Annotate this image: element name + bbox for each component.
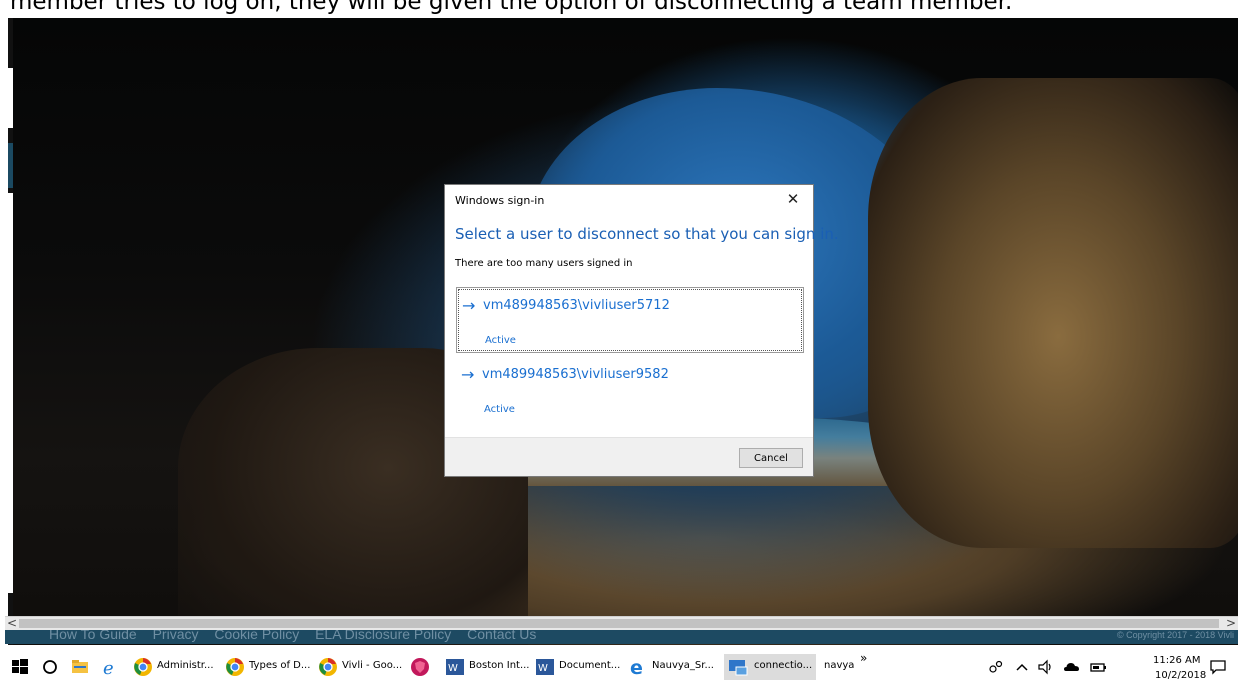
scroll-right-icon[interactable]: > [1225,616,1237,630]
windows-start-icon[interactable] [10,657,30,677]
taskbar-app-label: Boston Int... [469,660,530,671]
toolbar-overflow-icon[interactable]: » [860,651,867,665]
user-status: Active [485,335,516,346]
footer-link[interactable]: ELA Disclosure Policy [315,630,451,642]
arrow-right-icon: → [462,296,476,315]
word-icon: W [536,659,554,675]
onedrive-cloud-icon[interactable] [1062,657,1082,677]
battery-icon[interactable] [1088,657,1108,677]
background-rock-right [868,78,1238,548]
footer-links: How To Guide Privacy Cookie Policy ELA D… [49,630,548,642]
svg-text:W: W [448,663,458,674]
chrome-icon [134,658,152,676]
remote-desktop-icon [729,660,748,676]
taskbar-app-chrome[interactable]: Administr... [133,654,217,680]
horizontal-scrollbar[interactable]: < > [5,616,1238,631]
left-edge-panel [8,193,13,593]
user-name: vm489948563\vivliuser5712 [483,298,670,313]
word-icon: W [446,659,464,675]
page-footer: How To Guide Privacy Cookie Policy ELA D… [5,630,1238,644]
people-icon[interactable] [986,657,1006,677]
left-edge-panel [8,143,13,188]
taskbar-app-word[interactable]: W Document... [535,654,621,680]
chrome-icon [319,658,337,676]
windows-taskbar: e Administr... Types of D... Vivli - Goo… [0,645,1238,688]
footer-link[interactable]: How To Guide [49,630,137,642]
user-name: vm489948563\vivliuser9582 [482,367,669,382]
taskbar-app-edge[interactable]: e Nauvya_Sr... [628,654,716,680]
taskbar-app-chrome[interactable]: Types of D... [225,654,311,680]
dialog-title: Windows sign-in [455,194,545,207]
clock-date[interactable]: 10/2/2018 [1155,670,1206,681]
chrome-icon [226,658,244,676]
dialog-footer: Cancel [445,437,813,476]
internet-explorer-icon[interactable]: e [100,657,120,677]
taskbar-app-chrome[interactable]: Vivli - Goo... [318,654,403,680]
copyright-text: © Copyright 2017 - 2018 Vivli [1116,630,1234,640]
footer-link[interactable]: Privacy [153,630,199,642]
taskbar-app-label: Vivli - Goo... [342,660,403,671]
close-icon[interactable]: ✕ [783,189,803,209]
dialog-heading: Select a user to disconnect so that you … [455,225,839,243]
svg-text:e: e [630,657,643,677]
scroll-left-icon[interactable]: < [6,616,18,630]
windows-sign-in-dialog: Windows sign-in ✕ Select a user to disco… [444,184,839,477]
action-center-icon[interactable] [1208,657,1228,677]
toolbar-user-label[interactable]: navya [824,660,854,671]
file-explorer-icon[interactable] [70,657,90,677]
dialog-subtext: There are too many users signed in [455,258,633,269]
shield-app-icon [411,658,429,676]
user-option[interactable]: → vm489948563\vivliuser9582 Active [456,357,804,423]
taskbar-app-shield[interactable] [410,654,436,680]
document-caption: member tries to log on, they will be giv… [10,0,1013,15]
svg-text:e: e [103,658,114,677]
user-status: Active [484,404,515,415]
arrow-right-icon: → [461,365,475,384]
svg-text:W: W [538,663,548,674]
footer-link[interactable]: Contact Us [467,630,536,642]
scrollbar-thumb[interactable] [19,619,1219,628]
footer-link[interactable]: Cookie Policy [214,630,299,642]
user-option[interactable]: → vm489948563\vivliuser5712 Active [456,287,804,353]
taskbar-app-word[interactable]: W Boston Int... [445,654,530,680]
taskbar-app-label: connectio... [754,660,813,671]
show-hidden-icons-icon[interactable] [1012,657,1032,677]
taskbar-app-label: Document... [559,660,621,671]
taskbar-app-label: Administr... [157,660,214,671]
taskbar-app-remote-desktop[interactable]: connectio... [724,654,816,680]
taskbar-app-label: Types of D... [249,660,311,671]
cortana-search-icon[interactable] [40,657,60,677]
left-edge-panel [8,68,13,128]
edge-icon: e [630,657,643,677]
cancel-button[interactable]: Cancel [739,448,803,468]
clock-time[interactable]: 11:26 AM [1153,655,1200,666]
volume-icon[interactable] [1036,657,1056,677]
taskbar-app-label: Nauvya_Sr... [652,660,714,671]
